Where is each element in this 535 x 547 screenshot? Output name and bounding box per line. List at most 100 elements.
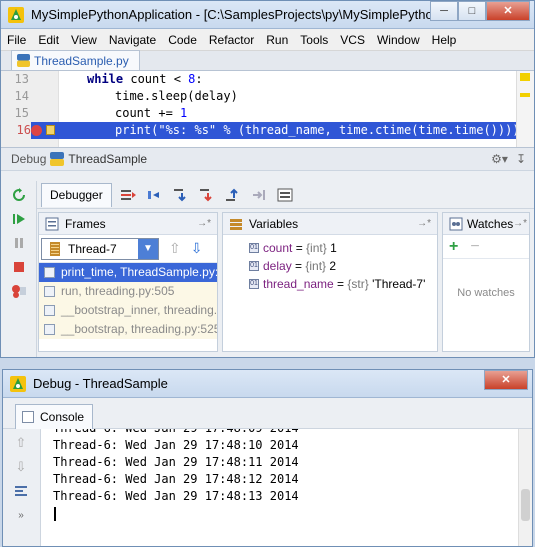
menu-refactor[interactable]: Refactor bbox=[203, 33, 260, 47]
scroll-up-icon[interactable]: ⇧ bbox=[11, 433, 31, 453]
view-breakpoints-icon[interactable] bbox=[9, 281, 29, 301]
editor-tab-label: ThreadSample.py bbox=[34, 53, 129, 68]
variables-title: Variables bbox=[249, 216, 299, 231]
console-tab-bar: Console bbox=[3, 399, 532, 429]
panel-options-icon[interactable]: →* bbox=[417, 218, 431, 229]
keyword: while bbox=[87, 72, 124, 86]
variable-name: thread_name bbox=[263, 277, 334, 291]
close-button[interactable]: ✕ bbox=[486, 1, 530, 21]
hide-panel-icon[interactable]: ↧ bbox=[516, 152, 526, 166]
debug-session-name: ThreadSample bbox=[68, 152, 148, 166]
title-bar[interactable]: MySimplePythonApplication - [C:\SamplesP… bbox=[1, 1, 534, 29]
menu-window[interactable]: Window bbox=[371, 33, 426, 47]
run-to-cursor-icon[interactable] bbox=[250, 186, 268, 204]
debug-left-toolbar bbox=[1, 181, 37, 357]
console-scrollbar[interactable] bbox=[518, 429, 532, 546]
scroll-down-icon[interactable]: ⇩ bbox=[11, 457, 31, 477]
warning-marker-icon[interactable] bbox=[520, 93, 530, 97]
variable-name: delay bbox=[263, 259, 292, 273]
code-fragment: count += bbox=[115, 106, 181, 120]
console-output[interactable]: Thread-6: Wed Jan 29 17:48:09 2014 Threa… bbox=[41, 429, 518, 546]
menu-edit[interactable]: Edit bbox=[32, 33, 65, 47]
debug-label: Debug bbox=[11, 152, 47, 166]
console-line: Thread-6: Wed Jan 29 17:48:09 2014 bbox=[41, 429, 518, 437]
console-input-line[interactable] bbox=[41, 505, 518, 522]
variable-row[interactable]: 01 count = {int} 1 bbox=[223, 239, 437, 257]
menu-navigate[interactable]: Navigate bbox=[103, 33, 162, 47]
code-fragment: count < bbox=[123, 72, 189, 86]
variable-type: {int} bbox=[305, 259, 327, 273]
more-actions-icon[interactable]: » bbox=[11, 505, 31, 525]
step-out-icon[interactable] bbox=[224, 186, 242, 204]
gear-icon[interactable]: ⚙▾ bbox=[491, 152, 508, 166]
minimize-button[interactable]: ─ bbox=[430, 1, 458, 21]
code-line-16-current[interactable]: 16 print("%s: %s" % (thread_name, time.c… bbox=[1, 122, 520, 139]
editor-tab-bar: ThreadSample.py bbox=[1, 50, 534, 71]
code-line-14[interactable]: 14 time.sleep(delay) bbox=[1, 88, 516, 105]
chevron-down-icon[interactable]: ▼ bbox=[138, 238, 158, 259]
force-step-into-icon[interactable] bbox=[198, 186, 216, 204]
step-over-icon[interactable] bbox=[146, 186, 164, 204]
soft-wrap-icon[interactable] bbox=[11, 481, 31, 501]
watches-panel: Watches →* + − No watches bbox=[442, 212, 530, 352]
code-line-13[interactable]: 13 while count < 8: bbox=[1, 71, 516, 88]
maximize-button[interactable]: □ bbox=[458, 1, 486, 21]
variable-row[interactable]: 01 delay = {int} 2 bbox=[223, 257, 437, 275]
frame-item[interactable]: print_time, ThreadSample.py:16 bbox=[39, 263, 217, 282]
code-line-15[interactable]: 15 count += 1 bbox=[1, 105, 516, 122]
text-cursor bbox=[54, 506, 56, 521]
next-frame-icon[interactable]: ⇩ bbox=[191, 240, 203, 257]
frame-label: __bootstrap_inner, threading.py:552 bbox=[61, 303, 217, 317]
code-text: while count < 8: bbox=[87, 71, 203, 88]
frame-item[interactable]: run, threading.py:505 bbox=[39, 282, 217, 301]
menu-vcs[interactable]: VCS bbox=[334, 33, 371, 47]
menu-file[interactable]: File bbox=[1, 33, 32, 47]
scrollbar-thumb[interactable] bbox=[521, 489, 530, 521]
frames-panel-header: Frames →* bbox=[39, 213, 217, 235]
line-number: 16 bbox=[1, 122, 31, 139]
remove-watch-icon[interactable]: − bbox=[470, 238, 479, 256]
tab-console[interactable]: Console bbox=[15, 404, 94, 429]
variable-icon: 01 bbox=[249, 261, 259, 271]
menu-run[interactable]: Run bbox=[260, 33, 294, 47]
panel-options-icon[interactable]: →* bbox=[513, 218, 527, 229]
console-line: Thread-6: Wed Jan 29 17:48:13 2014 bbox=[53, 489, 299, 503]
frame-item[interactable]: __bootstrap_inner, threading.py:552 bbox=[39, 301, 217, 320]
code-editor[interactable]: 13 while count < 8: 14 time.sleep(delay)… bbox=[1, 71, 534, 147]
menu-code[interactable]: Code bbox=[162, 33, 203, 47]
variable-row[interactable]: 01 thread_name = {str} 'Thread-7' bbox=[223, 275, 437, 293]
pause-icon[interactable] bbox=[9, 233, 29, 253]
breakpoint-icon[interactable] bbox=[31, 125, 42, 136]
warning-marker-icon[interactable] bbox=[520, 73, 530, 81]
close-button[interactable]: ✕ bbox=[484, 370, 528, 390]
debug-window-title-bar[interactable]: Debug - ThreadSample ✕ bbox=[3, 370, 532, 398]
step-into-icon[interactable] bbox=[172, 186, 190, 204]
panel-options-icon[interactable]: →* bbox=[197, 218, 211, 229]
code-text: count += 1 bbox=[115, 105, 187, 122]
show-execution-point-icon[interactable] bbox=[120, 186, 138, 204]
stop-icon[interactable] bbox=[9, 257, 29, 277]
watches-title: Watches bbox=[467, 216, 514, 231]
previous-frame-icon[interactable]: ⇧ bbox=[169, 240, 181, 257]
resume-icon[interactable] bbox=[9, 209, 29, 229]
rerun-icon[interactable] bbox=[9, 185, 29, 205]
editor-tab-threadsample[interactable]: ThreadSample.py bbox=[11, 50, 140, 70]
variables-icon bbox=[230, 218, 242, 230]
evaluate-expression-icon[interactable] bbox=[276, 186, 294, 204]
console-left-toolbar: ⇧ ⇩ » bbox=[3, 429, 41, 546]
frame-item[interactable]: __bootstrap, threading.py:525 bbox=[39, 320, 217, 339]
menu-view[interactable]: View bbox=[65, 33, 103, 47]
thread-dropdown[interactable]: Thread-7 ▼ bbox=[41, 237, 159, 260]
menu-help[interactable]: Help bbox=[426, 33, 463, 47]
pycharm-app-icon bbox=[8, 6, 24, 23]
menu-tools[interactable]: Tools bbox=[294, 33, 334, 47]
add-watch-icon[interactable]: + bbox=[449, 238, 458, 256]
window-title: MySimplePythonApplication - [C:\SamplesP… bbox=[31, 7, 430, 22]
console-line: Thread-6: Wed Jan 29 17:48:10 2014 bbox=[53, 438, 299, 452]
editor-marker-bar[interactable] bbox=[516, 71, 534, 147]
debug-window-title: Debug - ThreadSample bbox=[33, 376, 168, 391]
number-literal: 1 bbox=[180, 106, 188, 120]
tab-debugger-label: Debugger bbox=[50, 188, 103, 202]
line-number: 15 bbox=[14, 106, 29, 120]
tab-debugger[interactable]: Debugger bbox=[41, 182, 112, 207]
